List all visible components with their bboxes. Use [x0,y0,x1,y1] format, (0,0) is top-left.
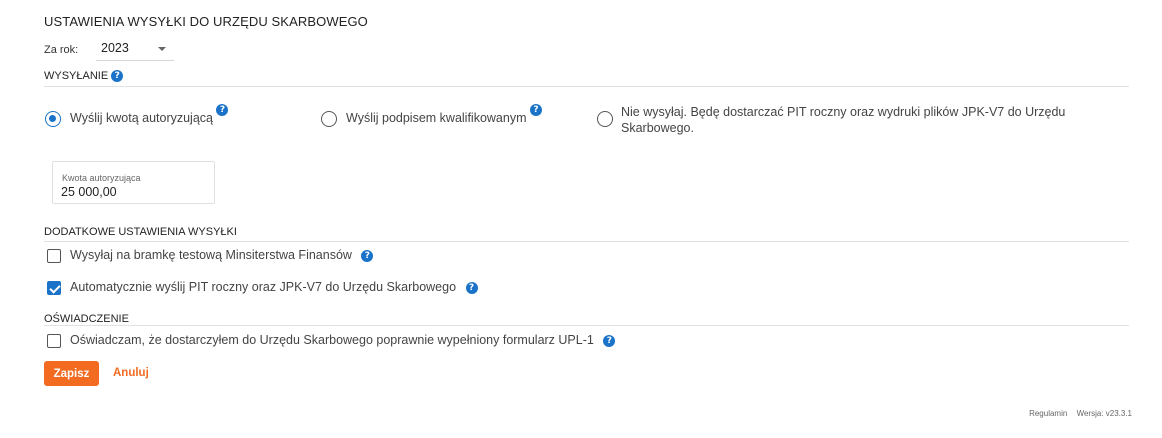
option-text-line2: Skarbowego. [621,121,694,135]
radio-qualified-signature[interactable] [321,111,337,127]
authorizing-amount-input[interactable] [61,185,206,199]
checkbox-upl1-declaration-label[interactable]: Oświadczam, że dostarczyłem do Urzędu Sk… [70,333,616,347]
checkbox-upl1-declaration[interactable] [47,334,61,348]
authorizing-amount-label: Kwota autoryzująca [62,173,141,183]
section-additional-title: DODATKOWE USTAWIENIA WYSYŁKI [44,226,237,238]
year-label: Za rok: [44,44,79,56]
divider [44,86,1129,87]
help-icon[interactable]: ? [465,281,478,294]
year-select[interactable]: 2023 [96,37,174,61]
page-title: USTAWIENIA WYSYŁKI DO URZĘDU SKARBOWEGO [44,14,368,29]
chevron-down-icon [158,47,166,51]
help-icon[interactable]: ? [529,104,542,116]
option-text: Wyślij podpisem kwalifikowanym [346,111,527,125]
option-text: Wyślij kwotą autoryzującą [70,111,213,125]
checkbox-auto-send-label[interactable]: Automatycznie wyślij PIT roczny oraz JPK… [70,280,478,294]
divider [44,325,1129,326]
help-icon[interactable]: ? [603,334,616,347]
help-icon[interactable]: ? [216,104,229,116]
checkbox-auto-send[interactable] [47,281,61,295]
footer: Regulamin Wersja: v23.3.1 [1029,409,1132,418]
help-icon[interactable]: ? [111,70,124,83]
divider [44,241,1129,242]
radio-do-not-send-label[interactable]: Nie wysyłaj. Będę dostarczać PIT roczny … [621,104,1065,136]
checkbox-test-gateway-label[interactable]: Wysyłaj na bramkę testową Minsiterstwa F… [70,248,374,262]
save-button[interactable]: Zapisz [44,361,99,386]
checkbox-test-gateway[interactable] [47,249,61,263]
section-sending: WYSYŁANIE ? [44,70,124,83]
option-text: Automatycznie wyślij PIT roczny oraz JPK… [70,280,457,294]
terms-link[interactable]: Regulamin [1029,409,1067,418]
help-icon[interactable]: ? [361,249,374,262]
radio-qualified-signature-label[interactable]: Wyślij podpisem kwalifikowanym ? [346,104,542,125]
radio-authorizing-amount-label[interactable]: Wyślij kwotą autoryzującą ? [70,104,229,125]
cancel-button[interactable]: Anuluj [113,367,149,379]
option-text: Oświadczam, że dostarczyłem do Urzędu Sk… [70,333,594,347]
year-value: 2023 [101,41,129,55]
option-text-line1: Nie wysyłaj. Będę dostarczać PIT roczny … [621,105,1066,119]
authorizing-amount-field[interactable]: Kwota autoryzująca [52,161,215,204]
version-text: Wersja: v23.3.1 [1076,409,1132,418]
radio-authorizing-amount[interactable] [45,111,61,127]
radio-do-not-send[interactable] [597,111,613,127]
option-text: Wysyłaj na bramkę testową Minsiterstwa F… [70,248,352,262]
section-sending-title: WYSYŁANIE [44,70,109,82]
section-declaration-title: OŚWIADCZENIE [44,313,129,325]
